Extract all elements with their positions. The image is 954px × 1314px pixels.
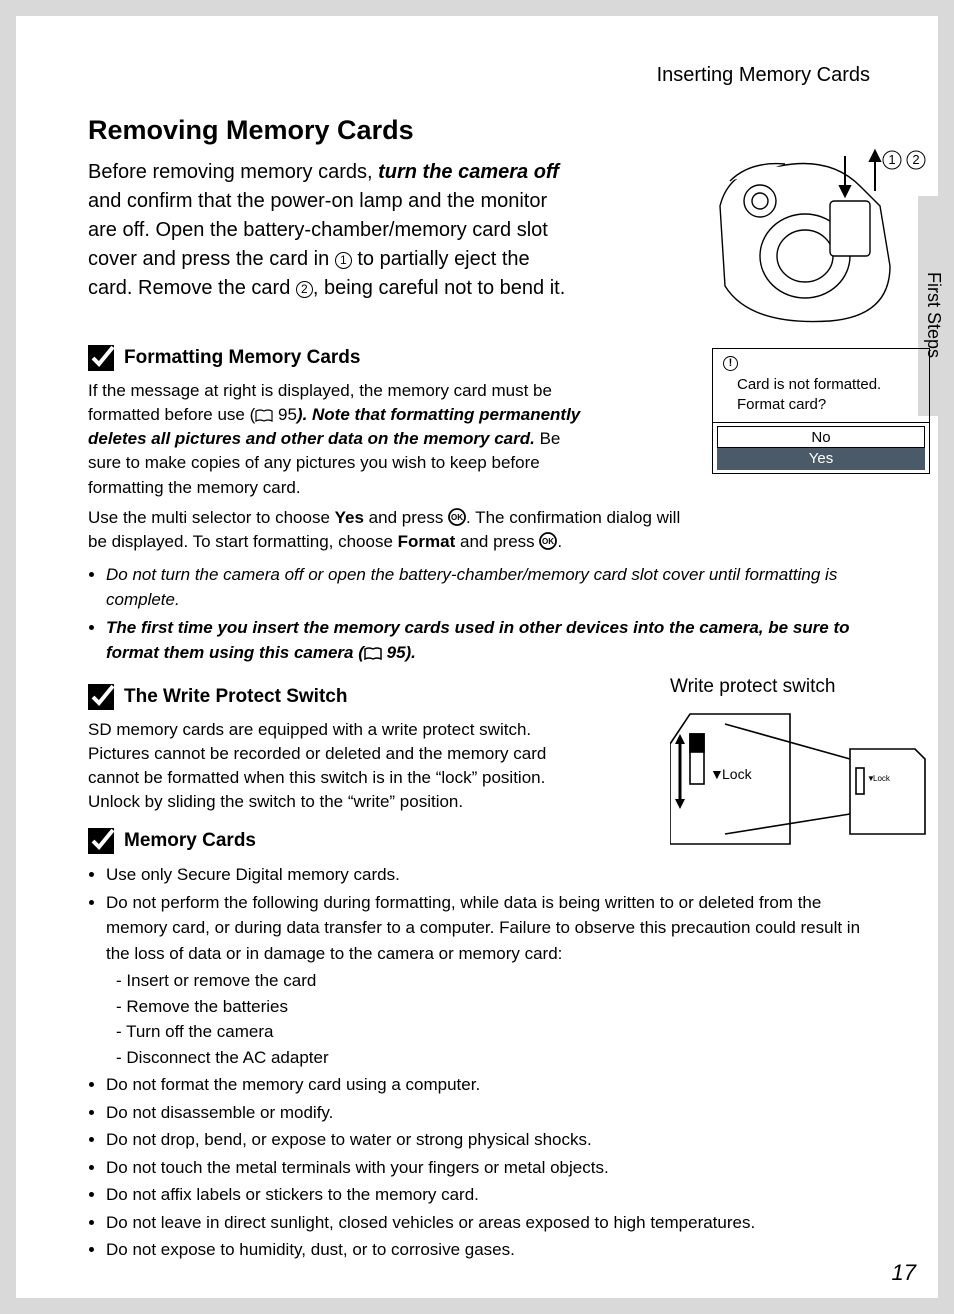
sheet: First Steps Inserting Memory Cards Remov… — [16, 16, 938, 1298]
sect3-bullets: Use only Secure Digital memory cards. Do… — [88, 862, 878, 1263]
lcd-message: ! Card is not formatted. Format card? No… — [712, 348, 930, 474]
illus-label-1: 1 — [888, 152, 895, 167]
text: Format — [398, 532, 456, 551]
step-2-marker: 2 — [296, 281, 313, 298]
book-icon — [364, 647, 382, 660]
text: and press — [455, 532, 539, 551]
section-title: Formatting Memory Cards — [124, 347, 360, 369]
bullet: Do not expose to humidity, dust, or to c… — [106, 1237, 878, 1263]
page-ref: 95 — [273, 405, 297, 424]
lcd-line2: Format card? — [737, 395, 919, 415]
section-title: Memory Cards — [124, 830, 256, 852]
text: Yes — [335, 508, 364, 527]
camera-svg: 1 2 — [710, 146, 930, 336]
bullet: Do not disassemble or modify. — [106, 1100, 878, 1126]
section-title: The Write Protect Switch — [124, 686, 347, 708]
sub-bullet: Insert or remove the card — [116, 968, 878, 994]
bullet: The first time you insert the memory car… — [106, 615, 878, 666]
text: ). — [297, 405, 312, 424]
illus-label-2: 2 — [912, 152, 919, 167]
bullet: Use only Secure Digital memory cards. — [106, 862, 878, 888]
intro-bold: turn the camera off — [378, 161, 559, 183]
sect1-p1: If the message at right is displayed, th… — [88, 379, 598, 500]
intro-paragraph: Before removing memory cards, turn the c… — [88, 158, 578, 303]
bullet: Do not drop, bend, or expose to water or… — [106, 1127, 878, 1153]
check-icon — [88, 345, 114, 371]
wp-figure-label: Write protect switch — [670, 676, 930, 698]
warning-icon: ! — [723, 356, 738, 371]
page: First Steps Inserting Memory Cards Remov… — [0, 0, 954, 1314]
check-icon — [88, 684, 114, 710]
sect2-p1: SD memory cards are equipped with a writ… — [88, 718, 558, 815]
text: Do not perform the following during form… — [106, 893, 860, 963]
sect1-bullets: Do not turn the camera off or open the b… — [88, 562, 878, 666]
check-icon — [88, 828, 114, 854]
page-title: Removing Memory Cards — [88, 115, 878, 146]
wp-svg: ▼ Lock ▼ Lock — [670, 704, 930, 854]
page-number: 17 — [892, 1260, 916, 1286]
ok-button-icon: OK — [539, 532, 557, 550]
bullet: Do not perform the following during form… — [106, 890, 878, 1071]
sub-bullet: Remove the batteries — [116, 994, 878, 1020]
bullet: Do not turn the camera off or open the b… — [106, 562, 878, 613]
sect1-p2: Use the multi selector to choose Yes and… — [88, 506, 698, 554]
page-ref: 95). — [382, 643, 416, 662]
intro-text: , being careful not to bend it. — [313, 277, 565, 299]
bullet: Do not format the memory card using a co… — [106, 1072, 878, 1098]
svg-text:OK: OK — [542, 537, 554, 546]
write-protect-figure: Write protect switch ▼ Lock ▼ Lock — [670, 676, 930, 859]
sub-bullet: Turn off the camera — [116, 1019, 878, 1045]
book-icon — [255, 409, 273, 422]
bullet: Do not affix labels or stickers to the m… — [106, 1182, 878, 1208]
intro-text: Before removing memory cards, — [88, 161, 378, 183]
lock-label: Lock — [722, 766, 753, 782]
lcd-option-no: No — [717, 426, 925, 448]
camera-illustration: 1 2 — [710, 146, 930, 341]
lock-label-small: Lock — [873, 774, 891, 783]
step-1-marker: 1 — [335, 252, 352, 269]
lcd-option-yes: Yes — [717, 448, 925, 470]
bullet: Do not leave in direct sunlight, closed … — [106, 1210, 878, 1236]
lcd-line1: Card is not formatted. — [737, 375, 919, 395]
sublist: Insert or remove the card Remove the bat… — [106, 968, 878, 1070]
text: Use the multi selector to choose — [88, 508, 335, 527]
svg-text:OK: OK — [451, 513, 463, 522]
sub-bullet: Disconnect the AC adapter — [116, 1045, 878, 1071]
text: The first time you insert the memory car… — [106, 618, 850, 663]
running-head: Inserting Memory Cards — [88, 64, 878, 87]
ok-button-icon: OK — [448, 508, 466, 526]
text: . — [557, 532, 562, 551]
text: and press — [364, 508, 448, 527]
bullet: Do not touch the metal terminals with yo… — [106, 1155, 878, 1181]
